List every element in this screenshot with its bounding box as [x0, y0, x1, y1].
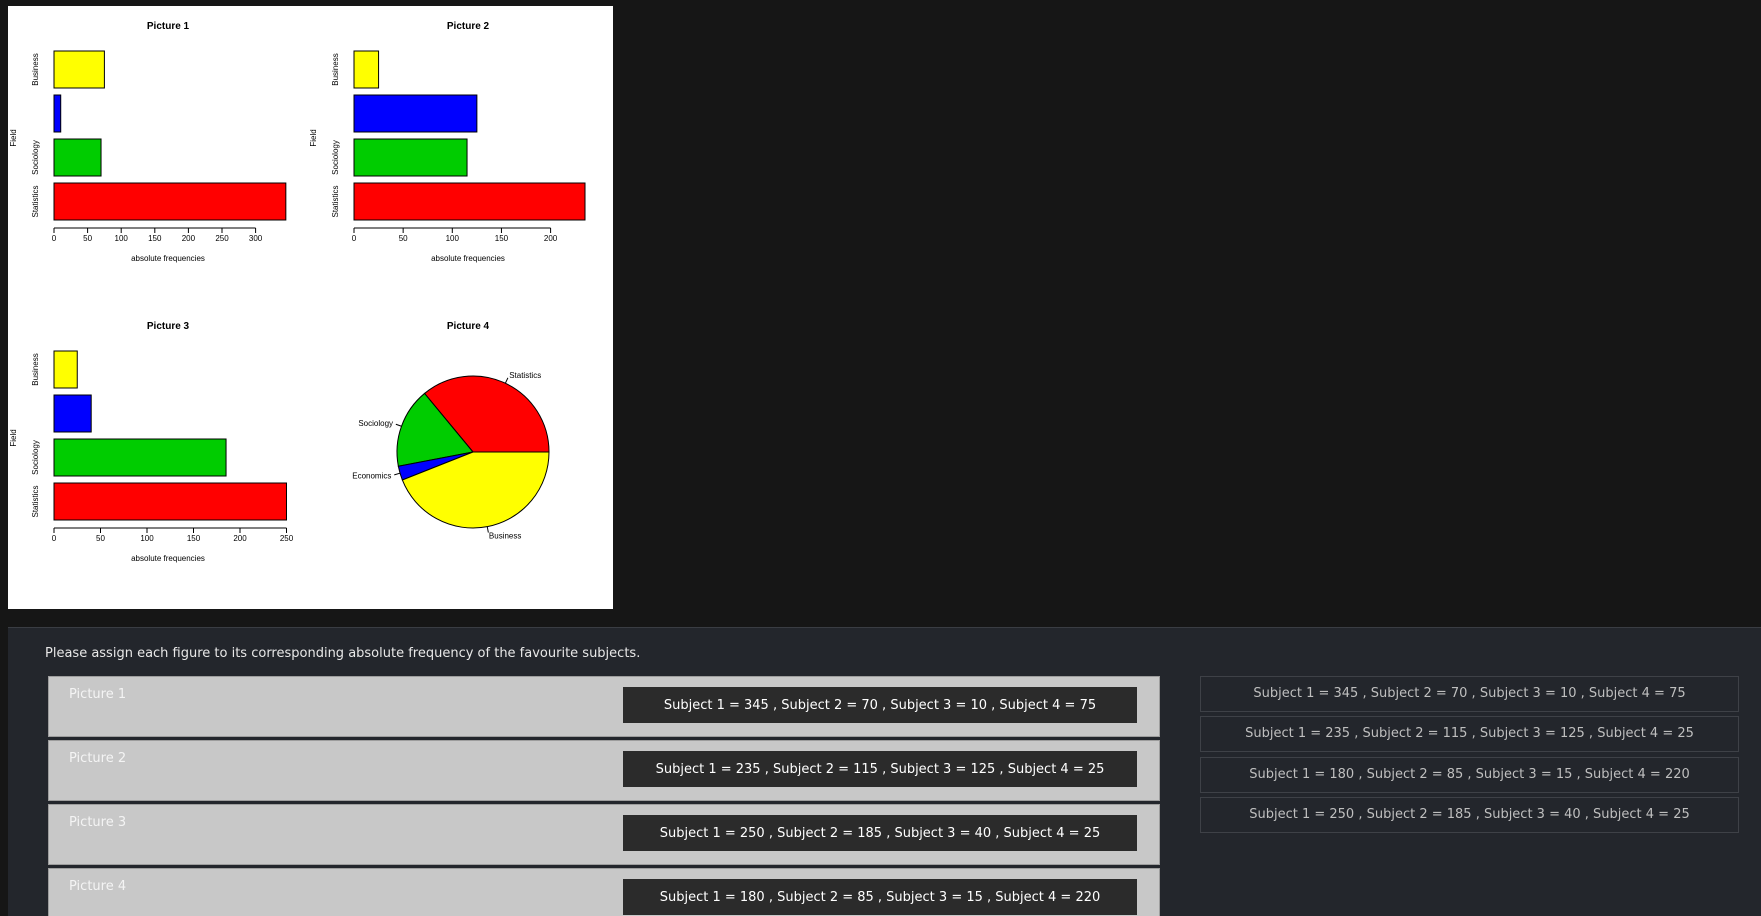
chart-title: Picture 3: [147, 321, 190, 332]
bar-sociology: [53, 138, 102, 177]
match-row-picture-2: Picture 2 Subject 1 = 235 , Subject 2 = …: [48, 740, 1160, 801]
x-tick-label: 0: [52, 234, 57, 243]
pie-slice-label: Business: [489, 531, 521, 540]
match-row-picture-4: Picture 4 Subject 1 = 180 , Subject 2 = …: [48, 868, 1160, 916]
answer-drop-slot[interactable]: Subject 1 = 345 , Subject 2 = 70 , Subje…: [623, 687, 1137, 723]
question-area: Please assign each figure to its corresp…: [8, 627, 1761, 916]
x-tick-label: 100: [446, 234, 460, 243]
pie-leader-line: [394, 472, 401, 476]
pie-slice-label: Statistics: [509, 371, 541, 380]
bar-economics: [353, 94, 478, 133]
x-tick-label: 150: [148, 234, 162, 243]
category-label: Sociology: [31, 440, 40, 475]
x-tick-label: 50: [83, 234, 92, 243]
x-tick-label: 100: [115, 234, 129, 243]
pie-leader-line: [395, 423, 402, 427]
x-axis-label: absolute frequencies: [131, 254, 205, 263]
picture-label: Picture 3: [69, 815, 127, 830]
answer-option[interactable]: Subject 1 = 235 , Subject 2 = 115 , Subj…: [1200, 716, 1739, 752]
category-label: Sociology: [331, 140, 340, 175]
picture-label: Picture 2: [69, 751, 127, 766]
answer-option[interactable]: Subject 1 = 345 , Subject 2 = 70 , Subje…: [1200, 676, 1739, 712]
x-tick-label: 50: [96, 534, 105, 543]
x-tick-label: 100: [140, 534, 154, 543]
y-axis-label: Field: [9, 429, 18, 446]
pie-slice-label: Economics: [352, 472, 391, 481]
answer-option[interactable]: Subject 1 = 180 , Subject 2 = 85 , Subje…: [1200, 757, 1739, 793]
pie-slice-label: Sociology: [358, 419, 393, 428]
x-tick-label: 150: [495, 234, 509, 243]
y-axis-label: Field: [9, 129, 18, 146]
bar-sociology: [353, 138, 468, 177]
x-tick-label: 250: [215, 234, 229, 243]
x-tick-label: 50: [399, 234, 408, 243]
answer-drop-slot[interactable]: Subject 1 = 180 , Subject 2 = 85 , Subje…: [623, 879, 1137, 915]
bar-economics: [53, 394, 92, 433]
category-label: Statistics: [331, 185, 340, 217]
x-tick-label: 150: [187, 534, 201, 543]
bar-economics: [53, 94, 62, 133]
x-tick-label: 200: [233, 534, 247, 543]
answer-drop-slot[interactable]: Subject 1 = 250 , Subject 2 = 185 , Subj…: [623, 815, 1137, 851]
match-row-picture-1: Picture 1 Subject 1 = 345 , Subject 2 = …: [48, 676, 1160, 737]
pie-leader-line: [504, 377, 509, 384]
bar-sociology: [53, 438, 227, 477]
bar-statistics: [53, 182, 287, 221]
category-label: Statistics: [31, 485, 40, 517]
chart-title: Picture 1: [147, 21, 190, 32]
answer-option[interactable]: Subject 1 = 250 , Subject 2 = 185 , Subj…: [1200, 797, 1739, 833]
x-tick-label: 0: [352, 234, 357, 243]
bar-business: [353, 50, 380, 89]
category-label: Business: [31, 53, 40, 85]
x-tick-label: 250: [280, 534, 294, 543]
y-axis-label: Field: [309, 129, 318, 146]
x-axis-label: absolute frequencies: [131, 554, 205, 563]
match-row-picture-3: Picture 3 Subject 1 = 250 , Subject 2 = …: [48, 804, 1160, 865]
x-tick-label: 0: [52, 534, 57, 543]
category-label: Business: [331, 53, 340, 85]
category-label: Sociology: [31, 140, 40, 175]
question-prompt: Please assign each figure to its corresp…: [45, 646, 641, 661]
x-tick-label: 300: [249, 234, 263, 243]
figures-svg: Picture 1 Statistics Sociology Business 0 50 1…: [9, 21, 586, 563]
bar-business: [53, 350, 78, 389]
category-label: Statistics: [31, 185, 40, 217]
bar-statistics: [53, 482, 287, 521]
chart-title: Picture 4: [447, 321, 490, 332]
bar-business: [53, 50, 105, 89]
x-tick-label: 200: [544, 234, 558, 243]
answer-drop-slot[interactable]: Subject 1 = 235 , Subject 2 = 115 , Subj…: [623, 751, 1137, 787]
picture-label: Picture 1: [69, 687, 127, 702]
category-label: Business: [31, 353, 40, 385]
bar-statistics: [353, 182, 586, 221]
x-axis-label: absolute frequencies: [431, 254, 505, 263]
chart-title: Picture 2: [447, 21, 490, 32]
figure-panel: Picture 1 Statistics Sociology Business 0 50 1…: [8, 6, 613, 609]
x-tick-label: 200: [182, 234, 196, 243]
picture-label: Picture 4: [69, 879, 127, 894]
